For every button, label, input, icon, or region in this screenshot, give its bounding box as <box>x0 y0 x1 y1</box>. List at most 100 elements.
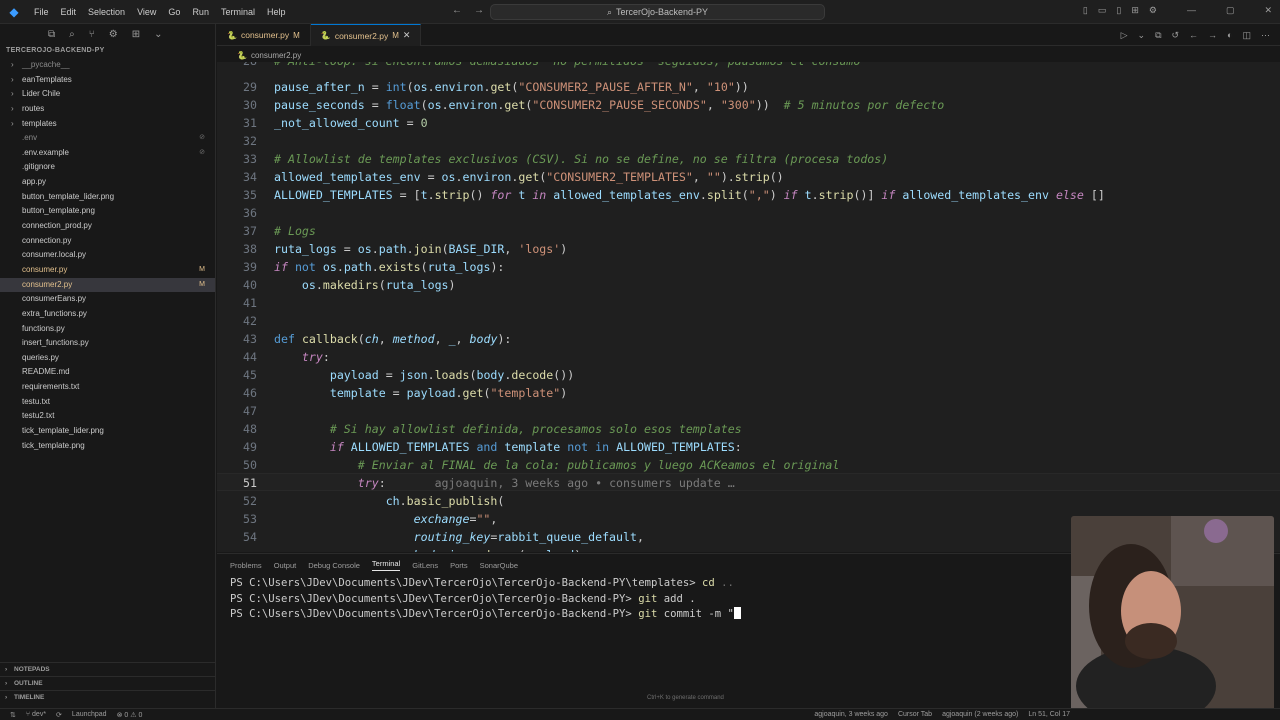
branch-item[interactable]: ⑂ dev* <box>26 711 46 719</box>
tab-ports[interactable]: Ports <box>450 561 468 570</box>
maximize-icon[interactable]: ▢ <box>1226 5 1235 16</box>
file-item[interactable]: tick_template_lider.png <box>0 424 215 439</box>
tab-problems[interactable]: Problems <box>230 561 262 570</box>
modified-badge: M <box>392 31 399 40</box>
sync-icon[interactable]: ⟳ <box>56 711 62 719</box>
file-item[interactable]: insert_functions.py <box>0 336 215 351</box>
file-item[interactable]: requirements.txt <box>0 380 215 395</box>
layout-icon[interactable]: ⊞ <box>1131 5 1139 16</box>
close-window-icon[interactable]: ✕ <box>1264 5 1272 16</box>
code-line: 44 try: <box>243 350 330 364</box>
tab-debug-console[interactable]: Debug Console <box>308 561 360 570</box>
menu-help[interactable]: Help <box>261 7 292 17</box>
file-item[interactable]: consumerEans.py <box>0 292 215 307</box>
file-item[interactable]: .env ⊘ <box>0 131 215 146</box>
menu-view[interactable]: View <box>131 7 162 17</box>
folder-item[interactable]: templates <box>0 117 215 132</box>
source-control-icon[interactable]: ⑂ <box>89 29 95 40</box>
file-item[interactable]: connection_prod.py <box>0 219 215 234</box>
breadcrumb-file[interactable]: consumer2.py <box>251 51 301 60</box>
code-line: 39 if not os.path.exists(ruta_logs): <box>243 260 505 274</box>
file-item[interactable]: README.md <box>0 365 215 380</box>
status-bar: ⇅ ⑂ dev* ⟳ Launchpad ⊗ 0 ⚠ 0 agjoaquin, … <box>0 708 1280 720</box>
search-files-icon[interactable]: ⌕ <box>69 29 75 40</box>
grid-icon[interactable]: ⊞ <box>132 29 140 40</box>
problems-item[interactable]: ⊗ 0 ⚠ 0 <box>117 711 143 719</box>
file-item[interactable]: testu.txt <box>0 395 215 410</box>
remote-icon[interactable]: ⇅ <box>10 711 16 719</box>
menu-go[interactable]: Go <box>162 7 186 17</box>
file-label: requirements.txt <box>22 382 80 392</box>
tab-terminal[interactable]: Terminal <box>371 559 401 571</box>
blame-item[interactable]: agjoaquin, 3 weeks ago <box>814 711 888 718</box>
cursor-position[interactable]: Ln 51, Col 17 <box>1028 711 1070 718</box>
copy-icon[interactable]: ⧉ <box>48 29 55 40</box>
tab-sonarqube[interactable]: SonarQube <box>480 561 518 570</box>
file-item[interactable]: button_template_lider.png <box>0 190 215 205</box>
file-item[interactable]: consumer.local.py <box>0 248 215 263</box>
tab-gitlens[interactable]: GitLens <box>412 561 438 570</box>
file-item[interactable]: connection.py <box>0 234 215 249</box>
python-file-icon: 🐍 <box>237 50 247 60</box>
timeline-section[interactable]: TIMELINE <box>0 690 216 705</box>
file-item[interactable]: .env.example ⊘ <box>0 146 215 161</box>
run-icon[interactable]: ▷ <box>1121 30 1128 41</box>
toggle-sidebar-icon[interactable]: ▯ <box>1083 5 1088 16</box>
cursor-tab-item[interactable]: Cursor Tab <box>898 711 932 718</box>
next-change-icon[interactable]: → <box>1208 30 1217 41</box>
file-item[interactable]: tick_template.png <box>0 439 215 454</box>
code-line: 48 # Si hay allowlist definida, procesam… <box>243 422 742 436</box>
folder-item[interactable]: routes <box>0 102 215 117</box>
tab-label: consumer.py <box>240 30 290 40</box>
toggle-panel-icon[interactable]: ▭ <box>1098 5 1107 16</box>
split-editor-icon[interactable]: ◫ <box>1242 30 1251 41</box>
close-tab-icon[interactable]: ✕ <box>403 30 411 41</box>
file-label: connection_prod.py <box>22 221 92 231</box>
file-item[interactable]: .gitignore <box>0 160 215 175</box>
inline-git-blame[interactable]: agjoaquin, 3 weeks ago • consumers updat… <box>435 476 735 490</box>
menu-edit[interactable]: Edit <box>55 7 83 17</box>
ignored-badge: ⊘ <box>199 134 205 142</box>
code-editor[interactable]: 28# Anti-loop: si encontramos demasiados… <box>217 62 1280 552</box>
file-item[interactable]: queries.py <box>0 351 215 366</box>
chevron-down-icon[interactable]: ⌄ <box>1138 30 1146 41</box>
command-center[interactable]: ⌕ TercerOjo-Backend-PY <box>490 4 825 20</box>
file-item[interactable]: consumer.py M <box>0 263 215 278</box>
launchpad-item[interactable]: Launchpad <box>72 711 107 719</box>
author-item[interactable]: agjoaquin (2 weeks ago) <box>942 711 1018 718</box>
file-label: eanTemplates <box>22 74 72 84</box>
chevron-down-icon[interactable]: ⌄ <box>154 29 162 40</box>
folder-item[interactable]: __pycache__ <box>0 58 215 73</box>
file-item[interactable]: button_template.png <box>0 204 215 219</box>
folder-item[interactable]: Lider Chile <box>0 87 215 102</box>
more-actions-icon[interactable]: ⋯ <box>1261 30 1270 41</box>
compare-icon[interactable]: ⧉ <box>1155 30 1161 41</box>
history-icon[interactable]: ↺ <box>1172 30 1180 41</box>
settings-gear-icon[interactable]: ⚙ <box>1149 5 1157 16</box>
outline-section[interactable]: OUTLINE <box>0 676 216 691</box>
menu-file[interactable]: File <box>28 7 55 17</box>
file-item[interactable]: app.py <box>0 175 215 190</box>
back-arrow-icon[interactable]: ← <box>452 5 462 16</box>
explorer-root-folder[interactable]: TERCEROJO-BACKEND-PY <box>0 44 215 58</box>
menu-selection[interactable]: Selection <box>82 7 131 17</box>
file-item[interactable]: extra_functions.py <box>0 307 215 322</box>
minimize-icon[interactable]: — <box>1187 5 1196 16</box>
forward-arrow-icon[interactable]: → <box>474 5 484 16</box>
file-item[interactable]: testu2.txt <box>0 409 215 424</box>
code-line: 50 # Enviar al FINAL de la cola: publica… <box>243 458 840 472</box>
toggle-secondary-sidebar-icon[interactable]: ▯ <box>1116 5 1121 16</box>
previous-change-icon[interactable]: ← <box>1189 30 1198 41</box>
menu-run[interactable]: Run <box>186 7 215 17</box>
folder-item[interactable]: eanTemplates <box>0 73 215 88</box>
open-changes-icon[interactable]: ◐ <box>1227 30 1232 41</box>
tab-output[interactable]: Output <box>274 561 297 570</box>
extensions-icon[interactable]: ⚙ <box>109 29 118 40</box>
code-line-current: 51 try: agjoaquin, 3 weeks ago • consume… <box>217 473 1280 491</box>
tab-consumer2-py[interactable]: 🐍 consumer2.py M ✕ <box>310 24 422 46</box>
tab-consumer-py[interactable]: 🐍 consumer.py M <box>217 24 311 46</box>
file-item[interactable]: functions.py <box>0 322 215 337</box>
menu-terminal[interactable]: Terminal <box>215 7 261 17</box>
notepads-section[interactable]: NOTEPADS <box>0 662 216 677</box>
file-item[interactable]: consumer2.py M <box>0 277 215 293</box>
